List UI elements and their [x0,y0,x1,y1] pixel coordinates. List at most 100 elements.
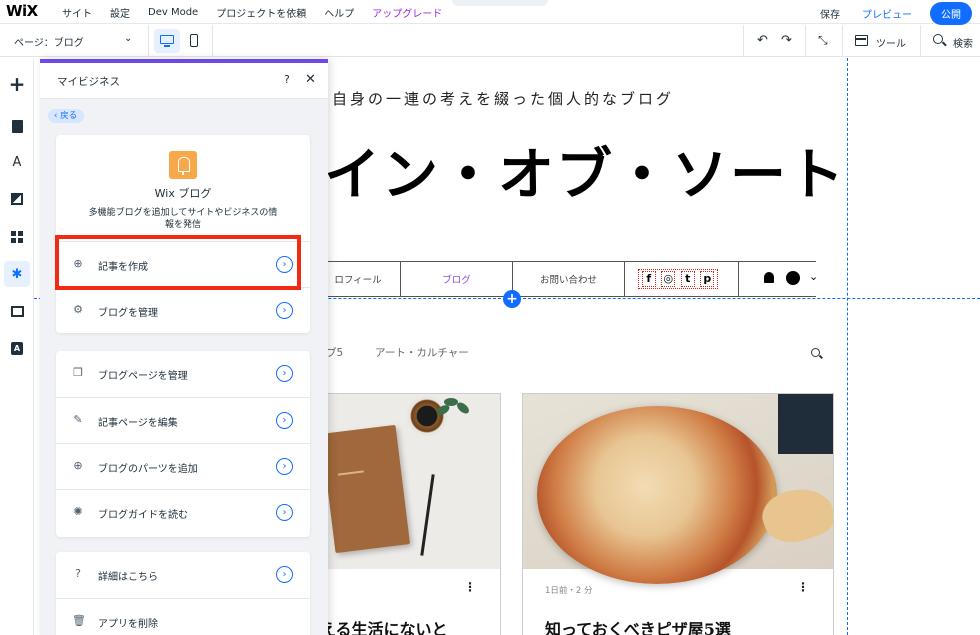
app-settings-card: ? 詳細はこちら › 🗑 アプリを削除 [56,552,310,635]
desktop-view-icon[interactable] [154,29,180,53]
pages-icon[interactable] [9,118,25,134]
menu-dev-mode[interactable]: Dev Mode [148,7,198,18]
search-icon[interactable] [933,34,943,44]
toolbar-divider [212,25,213,57]
design-icon[interactable]: A [9,154,25,170]
row-label: アプリを削除 [98,619,158,630]
blog-category[interactable]: アート・カルチャー [375,345,469,360]
save-button[interactable]: 保存 [820,6,840,21]
redo-icon[interactable]: ↷ [781,33,792,48]
nav-item-blog[interactable]: ブログ [400,262,512,296]
app-name: Wix ブログ [154,187,212,200]
add-blog-parts-row[interactable]: ⊕ ブログのパーツを追加 › [56,443,310,489]
toolbar-divider [842,25,843,57]
post-title[interactable]: える生活にないと [320,616,448,635]
zoom-out-icon[interactable]: ⤡ [818,33,828,48]
row-label: 詳細はこちら [98,572,158,583]
undo-icon[interactable]: ↶ [757,33,768,48]
help-icon[interactable]: ? [284,73,290,86]
chevron-right-icon[interactable]: › [276,504,293,521]
blog-pen-icon [169,151,197,179]
my-business-icon[interactable]: ✱ [4,261,30,287]
blog-app-card: Wix ブログ 多機能ブログを追加してサイトやビジネスの情報を発信 ⊕ 記事を作… [56,135,310,333]
more-options-icon[interactable]: ⋮ [464,580,476,594]
site-nav[interactable]: ロフィール ブログ お問い合わせ f ◎ t p ⌄ [316,261,818,297]
media-icon[interactable] [9,303,25,319]
lightbulb-icon: ✺ [73,505,83,518]
panel-title: マイビジネス [57,76,120,88]
publish-button[interactable]: 公開 [930,2,972,25]
chevron-right-icon[interactable]: › [276,302,293,319]
read-blog-guide-row[interactable]: ✺ ブログガイドを読む › [56,489,310,535]
menu-site[interactable]: サイト [62,5,92,20]
blog-tools-card: ❐ ブログページを管理 › ✎ 記事ページを編集 › ⊕ ブログのパーツを追加 … [56,351,310,537]
create-post-row[interactable]: ⊕ 記事を作成 › [56,241,310,287]
top-menu-bar: WiX サイト 設定 Dev Mode プロジェクトを依頼 ヘルプ アップグレー… [0,0,980,25]
menu-upgrade[interactable]: アップグレード [372,5,442,20]
chevron-right-icon[interactable]: › [276,566,293,583]
blog-post-card[interactable]: 1日前・2 分 ⋮ 知っておくべきピザ屋5選 [522,393,834,635]
post-title[interactable]: 知っておくべきピザ屋5選 [545,616,731,635]
chevron-down-icon[interactable]: ⌄ [124,33,132,44]
coffee-cup [407,396,447,436]
site-tagline[interactable]: 自身の一連の考えを綴った個人的なブログ [332,88,674,109]
chevron-right-icon[interactable]: › [276,412,293,429]
chevron-right-icon[interactable]: › [276,256,293,273]
my-business-panel: マイビジネス ? ✕ ‹ 戻る Wix ブログ 多機能ブログを追加してサイトやビ… [40,59,328,635]
row-label: ブログのパーツを追加 [98,464,198,475]
page-selector[interactable]: ページ：ブログ [14,34,84,49]
chevron-right-icon[interactable]: › [276,365,293,382]
notebook [320,424,411,554]
blog-search-icon[interactable] [811,348,820,357]
edit-post-page-row[interactable]: ✎ 記事ページを編集 › [56,397,310,443]
post-image [523,394,833,584]
pinterest-icon[interactable]: p [700,271,715,287]
menu-hire[interactable]: プロジェクトを依頼 [216,5,306,20]
instagram-icon[interactable]: ◎ [661,271,676,287]
site-title[interactable]: イン・オブ・ソート [324,130,846,211]
background-icon[interactable] [9,191,25,207]
wix-logo[interactable]: WiX [6,2,38,20]
facebook-icon[interactable]: f [641,271,656,287]
top-actions: 保存 プレビュー 公開 [820,2,972,25]
row-label: ブログガイドを読む [98,510,188,521]
post-meta: 1日前・2 分 [545,586,593,596]
portfolio-icon[interactable]: A [9,340,25,356]
row-label: ブログを管理 [98,308,158,319]
social-bar[interactable]: f ◎ t p [638,269,718,289]
more-options-icon[interactable]: ⋮ [797,580,809,594]
close-icon[interactable]: ✕ [305,72,316,87]
preview-button[interactable]: プレビュー [862,6,912,21]
learn-more-row[interactable]: ? 詳細はこちら › [56,552,310,598]
trash-icon: 🗑 [72,614,86,627]
twitter-icon[interactable]: t [680,271,695,287]
add-section-handle[interactable]: + [503,290,521,308]
main-menu: サイト 設定 Dev Mode プロジェクトを依頼 ヘルプ アップグレード [62,0,460,24]
back-label: 戻る [60,111,78,121]
left-rail: + A ✱ A [0,58,34,635]
blog-category[interactable]: ブ5 [326,345,343,360]
delete-app-row[interactable]: 🗑 アプリを削除 [56,598,310,635]
nav-item-contact[interactable]: お問い合わせ [512,262,624,296]
manage-blog-row[interactable]: ⚙ ブログを管理 › [56,287,310,333]
nav-item-profile[interactable]: ロフィール [316,262,400,296]
row-label: ブログページを管理 [98,371,188,382]
mobile-view-icon[interactable] [190,34,198,47]
apps-icon[interactable] [9,229,25,245]
account-icon[interactable] [786,271,800,285]
chevron-down-icon[interactable]: ⌄ [809,270,818,283]
chevron-right-icon[interactable]: › [276,458,293,475]
top-tab-handle[interactable] [452,0,548,6]
menu-settings[interactable]: 設定 [110,5,130,20]
add-elements-icon[interactable]: + [6,72,28,96]
menu-help[interactable]: ヘルプ [324,5,354,20]
tools-button[interactable]: ツール [876,35,906,50]
wix-editor: WiX サイト 設定 Dev Mode プロジェクトを依頼 ヘルプ アップグレー… [0,0,980,635]
bell-icon[interactable] [764,272,774,283]
toolbar-divider [743,25,744,57]
tools-icon[interactable] [855,35,868,46]
search-button[interactable]: 検索 [953,35,973,50]
question-icon: ? [75,567,81,580]
manage-blog-pages-row[interactable]: ❐ ブログページを管理 › [56,351,310,397]
back-button[interactable]: ‹ 戻る [48,109,85,123]
